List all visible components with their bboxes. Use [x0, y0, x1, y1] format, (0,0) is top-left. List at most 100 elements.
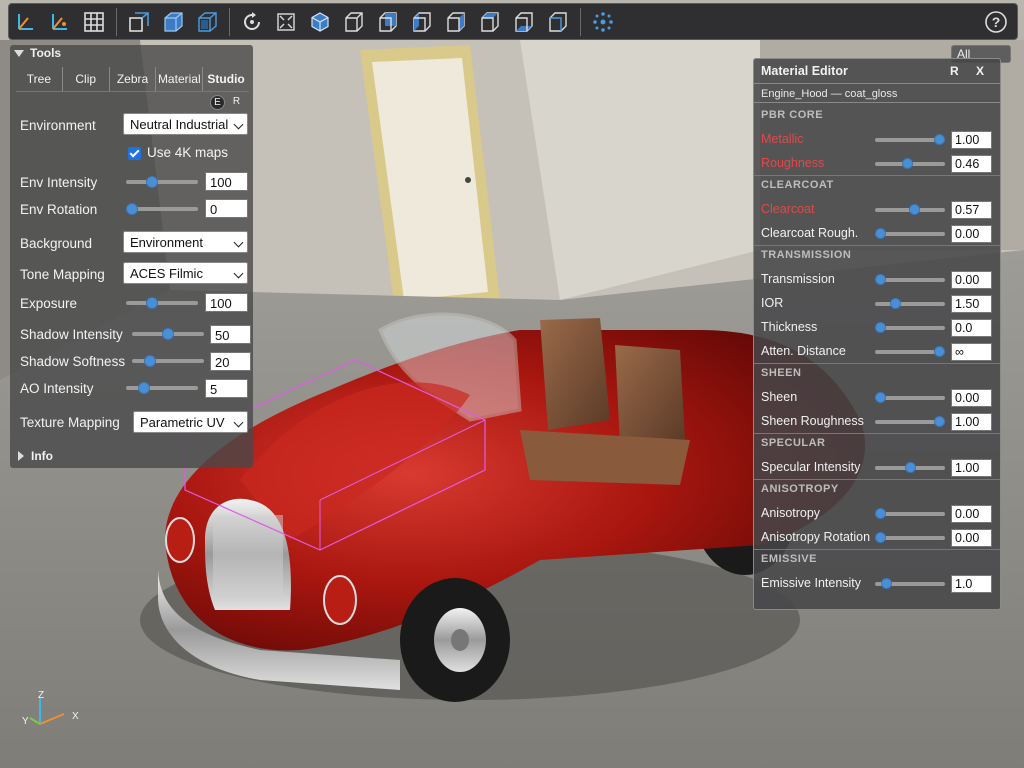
slider-knob[interactable]	[934, 416, 945, 427]
slider-knob[interactable]	[908, 204, 920, 215]
slider-knob[interactable]	[875, 274, 886, 285]
slider-knob[interactable]	[889, 298, 901, 309]
slider-knob[interactable]	[138, 382, 150, 394]
slider-knob[interactable]	[126, 203, 138, 215]
slider-knob[interactable]	[934, 346, 945, 357]
env-rotation-field[interactable]: 0	[205, 199, 248, 218]
chevron-down-icon	[233, 417, 244, 428]
property-slider[interactable]	[875, 462, 945, 473]
slider-knob[interactable]	[875, 228, 886, 239]
env-intensity-slider[interactable]	[126, 176, 198, 188]
property-slider[interactable]	[875, 134, 945, 145]
tab-tree[interactable]: Tree	[16, 67, 63, 91]
shadow-intensity-slider[interactable]	[132, 328, 204, 340]
section-header: SPECULAR	[761, 437, 826, 449]
property-label: Clearcoat Rough.	[761, 226, 859, 240]
background-select[interactable]: Environment	[123, 231, 248, 253]
shadow-softness-field[interactable]: 20	[210, 352, 251, 371]
environment-select[interactable]: Neutral Industrial	[123, 113, 248, 135]
collapse-triangle-icon[interactable]	[14, 49, 24, 57]
r-button[interactable]: R	[230, 95, 243, 108]
property-slider[interactable]	[875, 508, 945, 519]
property-slider[interactable]	[875, 392, 945, 403]
property-value-field[interactable]: 0.00	[951, 225, 992, 243]
tab-clip[interactable]: Clip	[63, 67, 110, 91]
property-slider[interactable]	[875, 204, 945, 215]
property-slider[interactable]	[875, 158, 945, 169]
use-4k-label: Use 4K maps	[147, 145, 229, 160]
help-icon[interactable]: ?	[981, 7, 1011, 37]
tab-zebra[interactable]: Zebra	[110, 67, 157, 91]
property-value-field[interactable]: 0.00	[951, 271, 992, 289]
property-slider[interactable]	[875, 578, 945, 589]
view-bottom-icon[interactable]	[509, 7, 539, 37]
slider-knob[interactable]	[904, 462, 916, 473]
property-value-field[interactable]: 1.00	[951, 459, 992, 477]
view-side-icon[interactable]	[543, 7, 573, 37]
shadow-softness-slider[interactable]	[132, 355, 204, 367]
slider-knob[interactable]	[875, 532, 886, 543]
axes-measure-icon[interactable]	[45, 7, 75, 37]
use-4k-checkbox[interactable]	[128, 147, 141, 160]
property-value-field[interactable]: 0.00	[951, 529, 992, 547]
env-rotation-label: Env Rotation	[20, 202, 98, 217]
explode-icon[interactable]	[588, 7, 618, 37]
property-value-field[interactable]: ∞	[951, 343, 992, 361]
property-value-field[interactable]: 1.00	[951, 131, 992, 149]
info-section-toggle[interactable]: Info	[18, 449, 53, 463]
property-slider[interactable]	[875, 298, 945, 309]
cube-shaded-icon[interactable]	[158, 7, 188, 37]
ao-intensity-slider[interactable]	[126, 382, 198, 394]
tab-studio[interactable]: Studio	[203, 67, 249, 91]
slider-knob[interactable]	[144, 355, 156, 367]
exposure-field[interactable]: 100	[205, 293, 248, 312]
slider-knob[interactable]	[162, 328, 174, 340]
view-left-icon[interactable]	[407, 7, 437, 37]
slider-knob[interactable]	[880, 578, 892, 589]
tone-mapping-select[interactable]: ACES Filmic	[123, 262, 248, 284]
property-slider[interactable]	[875, 532, 945, 543]
slider-knob[interactable]	[145, 176, 158, 188]
fit-view-icon[interactable]	[271, 7, 301, 37]
env-rotation-slider[interactable]	[126, 203, 198, 215]
env-intensity-field[interactable]: 100	[205, 172, 248, 191]
view-right-icon[interactable]	[441, 7, 471, 37]
axes-select-icon[interactable]	[11, 7, 41, 37]
property-value-field[interactable]: 0.46	[951, 155, 992, 173]
slider-knob[interactable]	[902, 158, 914, 169]
property-slider[interactable]	[875, 228, 945, 239]
property-value-field[interactable]: 0.00	[951, 389, 992, 407]
exposure-slider[interactable]	[126, 297, 198, 309]
property-slider[interactable]	[875, 274, 945, 285]
slider-knob[interactable]	[875, 392, 886, 403]
texture-mapping-select[interactable]: Parametric UV	[133, 411, 248, 433]
material-editor-controls[interactable]: R X	[950, 64, 991, 78]
property-slider[interactable]	[875, 346, 945, 357]
property-slider[interactable]	[875, 322, 945, 333]
property-value-field[interactable]: 0.57	[951, 201, 992, 219]
property-value-field[interactable]: 1.00	[951, 413, 992, 431]
property-slider[interactable]	[875, 416, 945, 427]
shadow-intensity-field[interactable]: 50	[210, 325, 251, 344]
slider-knob[interactable]	[145, 297, 158, 309]
box-clip-icon[interactable]	[124, 7, 154, 37]
ao-intensity-field[interactable]: 5	[205, 379, 248, 398]
slider-knob[interactable]	[875, 322, 886, 333]
grid-icon[interactable]	[79, 7, 109, 37]
section-divider	[754, 363, 1000, 364]
view-front-icon[interactable]	[339, 7, 369, 37]
property-value-field[interactable]: 1.0	[951, 575, 992, 593]
tools-header[interactable]: Tools	[10, 45, 253, 61]
view-back-icon[interactable]	[373, 7, 403, 37]
slider-knob[interactable]	[875, 508, 886, 519]
view-iso-icon[interactable]	[305, 7, 335, 37]
rotate-icon[interactable]	[237, 7, 267, 37]
property-value-field[interactable]: 0.00	[951, 505, 992, 523]
property-value-field[interactable]: 0.0	[951, 319, 992, 337]
tab-material[interactable]: Material	[156, 67, 204, 91]
view-top-icon[interactable]	[475, 7, 505, 37]
slider-knob[interactable]	[934, 134, 945, 145]
e-button[interactable]: E	[210, 95, 225, 110]
property-value-field[interactable]: 1.50	[951, 295, 992, 313]
cube-wire-icon[interactable]	[192, 7, 222, 37]
